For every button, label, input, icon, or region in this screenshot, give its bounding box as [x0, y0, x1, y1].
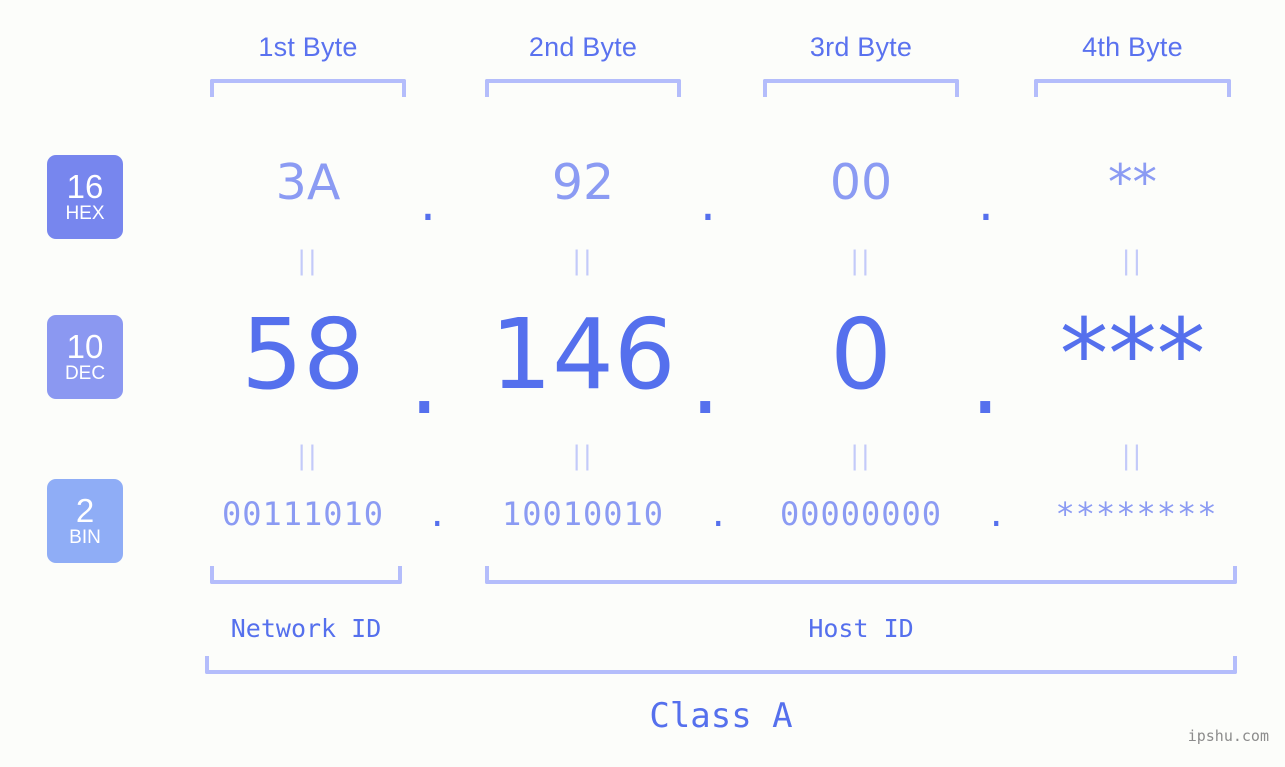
dec-separator-2: .: [690, 324, 721, 436]
base-badge-dec-number: 10: [66, 327, 104, 365]
network-id-bracket: [210, 566, 402, 584]
bin-separator-2: .: [708, 495, 729, 535]
base-badge-bin: 2 BIN: [47, 479, 123, 563]
byte-header-4: 4th Byte: [1082, 32, 1183, 62]
byte-bracket-top-1: [210, 79, 406, 97]
dec-byte-3: 0: [830, 298, 892, 411]
hex-separator-1: .: [420, 174, 436, 232]
dec-separator-3: .: [970, 324, 1001, 436]
bin-byte-3: 00000000: [779, 495, 943, 533]
equals-mark-dec-bin-4: ||: [1121, 441, 1144, 471]
hex-byte-3: 00: [829, 154, 893, 211]
bin-separator-3: .: [986, 495, 1007, 535]
hex-byte-1: 3A: [275, 154, 341, 211]
byte-bracket-top-3: [763, 79, 959, 97]
class-bracket: [205, 656, 1237, 674]
class-label: Class A: [649, 696, 793, 736]
bin-separator-1: .: [427, 495, 448, 535]
base-badge-dec-name: DEC: [64, 362, 106, 384]
equals-mark-hex-dec-1: ||: [297, 246, 319, 276]
hex-separator-3: .: [978, 174, 994, 232]
byte-header-2: 2nd Byte: [528, 32, 638, 62]
dec-separator-1: .: [409, 324, 440, 436]
bin-byte-4: ********: [1055, 495, 1218, 533]
byte-bracket-top-4: [1034, 79, 1231, 97]
byte-bracket-top-2: [485, 79, 681, 97]
base-badge-dec: 10 DEC: [47, 315, 123, 399]
dec-byte-4: ***: [1059, 298, 1206, 411]
equals-mark-dec-bin-1: ||: [297, 441, 319, 471]
base-badge-bin-number: 2: [75, 491, 95, 529]
base-badge-hex-name: HEX: [65, 202, 105, 224]
hex-separator-2: .: [700, 174, 716, 232]
base-badge-hex: 16 HEX: [47, 155, 123, 239]
equals-mark-hex-dec-4: ||: [1121, 246, 1144, 276]
dec-byte-2: 146: [490, 298, 676, 411]
hex-byte-2: 92: [551, 154, 615, 211]
ip-breakdown-diagram: 1st Byte 2nd Byte 3rd Byte 4th Byte 16 H…: [0, 0, 1285, 767]
site-watermark: ipshu.com: [1187, 727, 1269, 745]
byte-header-1: 1st Byte: [258, 32, 358, 62]
bin-byte-2: 10010010: [501, 495, 665, 533]
dec-byte-1: 58: [241, 298, 365, 411]
equals-mark-dec-bin-3: ||: [850, 441, 872, 471]
base-badge-bin-name: BIN: [69, 526, 101, 548]
base-badge-hex-number: 16: [66, 167, 104, 205]
byte-header-3: 3rd Byte: [809, 32, 913, 62]
equals-mark-hex-dec-3: ||: [850, 246, 872, 276]
bin-byte-1: 00111010: [221, 495, 385, 533]
equals-mark-hex-dec-2: ||: [572, 246, 594, 276]
host-id-bracket: [485, 566, 1237, 584]
equals-mark-dec-bin-2: ||: [572, 441, 594, 471]
network-id-label: Network ID: [230, 614, 382, 643]
host-id-label: Host ID: [808, 614, 914, 643]
hex-byte-4: **: [1108, 154, 1157, 211]
